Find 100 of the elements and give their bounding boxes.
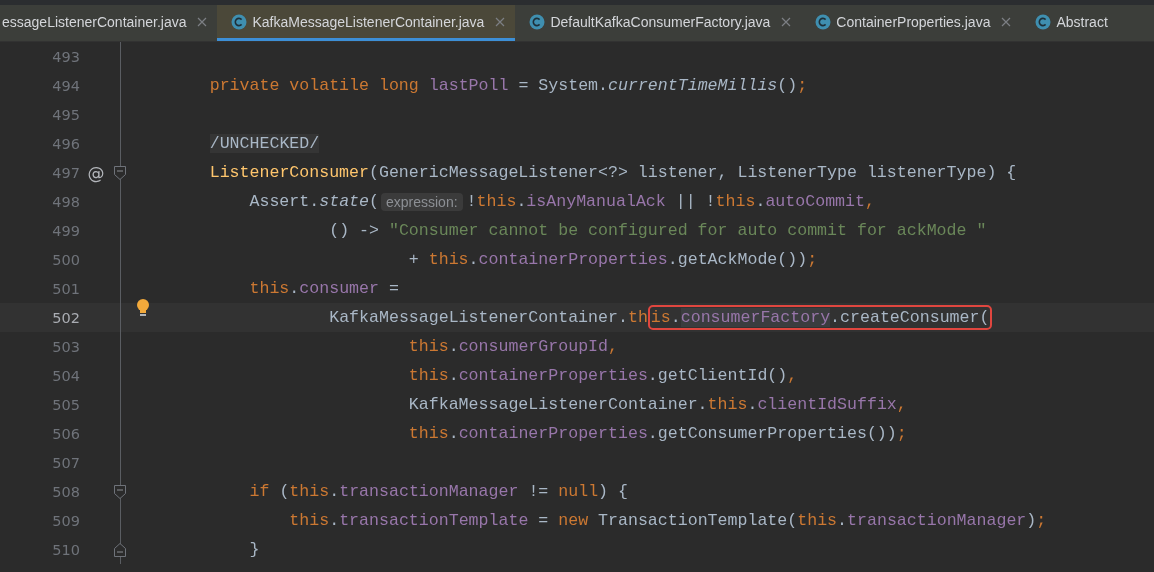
line-number: 503 [51, 338, 81, 355]
keyword: this [715, 192, 756, 211]
code-text: = [538, 511, 550, 530]
code-text: . [837, 511, 848, 530]
line-number: 510 [51, 541, 81, 558]
keyword: if [249, 482, 270, 501]
editor-tab[interactable]: ContainerProperties.java [801, 5, 1022, 41]
method-name: currentTimeMillis [608, 76, 778, 95]
line-number: 494 [51, 77, 81, 94]
code-text: .getConsumerProperties()) [647, 424, 897, 443]
code-text: () -> [329, 221, 380, 240]
code-text: . [670, 308, 681, 327]
keyword: this [408, 337, 449, 356]
code-text: TransactionTemplate( [598, 511, 798, 530]
keyword: this [476, 192, 517, 211]
field-usage: consumerFactory [680, 308, 831, 327]
editor-tab[interactable]: DefaultKafkaConsumerFactory.java [515, 5, 802, 41]
fold-icon[interactable] [114, 542, 126, 557]
keyword: , [896, 395, 907, 414]
code-text: ) [1026, 511, 1037, 530]
keyword: new [558, 511, 589, 530]
keyword: private volatile long [209, 76, 419, 95]
keyword: this [428, 250, 469, 269]
field-name: transactionManager [847, 511, 1027, 530]
keyword: this [408, 424, 449, 443]
code-text: . [329, 482, 340, 501]
field-name: containerProperties [478, 250, 668, 269]
code-text: } [249, 540, 260, 559]
code-text: (GenericMessageListener<?> listener, ListenerType listenerType) { [369, 163, 1017, 182]
code-text: ! [466, 192, 477, 211]
method-name: state [319, 192, 369, 211]
field-name: consumerGroupId [458, 337, 608, 356]
code-text: + [408, 250, 420, 269]
code-text: . [448, 424, 459, 443]
constructor-name: ListenerConsumer [209, 163, 369, 182]
code-text: = System. [518, 76, 609, 95]
keyword: this [249, 279, 290, 298]
line-number: 497 [51, 164, 81, 181]
keyword: , [787, 366, 798, 385]
code-text: KafkaMessageListenerContainer. [329, 308, 628, 327]
code-text: . [289, 279, 300, 298]
keyword: th [627, 308, 648, 327]
code-text: . [468, 250, 479, 269]
code-text: . [747, 395, 758, 414]
code-text: . [448, 337, 459, 356]
close-icon[interactable] [781, 16, 792, 27]
code-text: ( [369, 192, 379, 211]
code-text: ) { [598, 482, 628, 501]
line-number: 500 [51, 251, 81, 268]
fold-icon[interactable] [114, 165, 126, 180]
line-number: 502 [51, 309, 81, 326]
editor-tab[interactable]: KafkaMessageListenerContainer.java [217, 5, 516, 41]
keyword: null [558, 482, 599, 501]
field-name: transactionTemplate [339, 511, 529, 530]
line-number: 495 [51, 106, 81, 123]
code-text: KafkaMessageListenerContainer. [408, 395, 708, 414]
code-text: .getAckMode()) [667, 250, 808, 269]
line-number: 508 [51, 483, 81, 500]
keyword: this [289, 482, 330, 501]
editor-tab[interactable]: Abstract [1021, 5, 1118, 41]
gutter-marker[interactable]: @ [87, 162, 105, 183]
fold-icon[interactable] [114, 484, 126, 499]
line-number: 506 [51, 425, 81, 442]
code-text: Assert. [249, 192, 320, 211]
close-icon[interactable] [197, 16, 208, 27]
close-icon[interactable] [495, 16, 506, 27]
line-number: 498 [51, 193, 81, 210]
code-text: ( [279, 482, 290, 501]
field-name: autoCommit [765, 192, 865, 211]
field-name: containerProperties [458, 424, 648, 443]
line-number: 505 [51, 396, 81, 413]
keyword: is [650, 308, 671, 327]
code-text: . [755, 192, 766, 211]
code-text: . [516, 192, 527, 211]
line-number: 509 [51, 512, 81, 529]
line-number: 507 [51, 454, 81, 471]
field-name: consumer [299, 279, 379, 298]
keyword: ; [1036, 511, 1047, 530]
string-literal: "Consumer cannot be configured for auto commit for ackMode " [388, 221, 987, 240]
code-text: .createConsumer( [830, 308, 990, 327]
editor-tab[interactable]: essageListenerContainer.java [0, 5, 218, 41]
keyword: ; [896, 424, 907, 443]
keyword: this [797, 511, 838, 530]
field-name: clientIdSuffix [757, 395, 897, 414]
field-name: isAnyManualAck [526, 192, 666, 211]
code-text: = [388, 279, 399, 298]
folded-annotation: /UNCHECKED/ [209, 134, 320, 153]
line-number: 501 [51, 280, 81, 297]
code-text: . [329, 511, 340, 530]
keyword: ; [797, 76, 808, 95]
line-number: 499 [51, 222, 81, 239]
keyword: this [408, 366, 449, 385]
code-text: () [777, 76, 798, 95]
code-text: != [528, 482, 550, 501]
line-number: 493 [51, 48, 81, 65]
keyword: this [289, 511, 330, 530]
close-icon[interactable] [1001, 16, 1012, 27]
line-number: 496 [51, 135, 81, 152]
lightbulb-icon[interactable] [136, 299, 150, 317]
line-number: 504 [51, 367, 81, 384]
